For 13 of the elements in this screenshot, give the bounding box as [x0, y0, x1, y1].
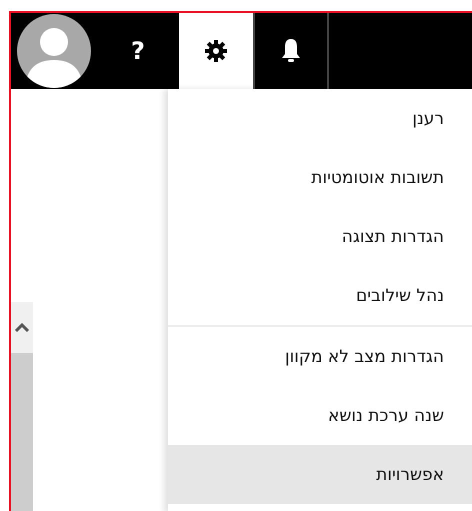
menu-item[interactable]: נהל שילובים	[168, 266, 472, 325]
menu-item[interactable]: רענן	[168, 89, 472, 148]
menu-item[interactable]: שנה ערכת נושא	[168, 386, 472, 445]
chevron-up-icon	[15, 323, 29, 332]
menu-item[interactable]: הגדרות מצב לא מקוון	[168, 327, 472, 386]
menu-item[interactable]: הגדרות תצוגה	[168, 207, 472, 266]
menu-item[interactable]: תשובות אוטומטיות	[168, 148, 472, 207]
settings-icon	[204, 39, 228, 63]
bell-icon	[280, 38, 302, 64]
scroll-up-button[interactable]	[11, 302, 33, 353]
settings-tab[interactable]	[179, 13, 255, 89]
menu-item[interactable]: אפשרויות	[168, 445, 472, 504]
scrollbar-thumb[interactable]	[11, 353, 33, 511]
